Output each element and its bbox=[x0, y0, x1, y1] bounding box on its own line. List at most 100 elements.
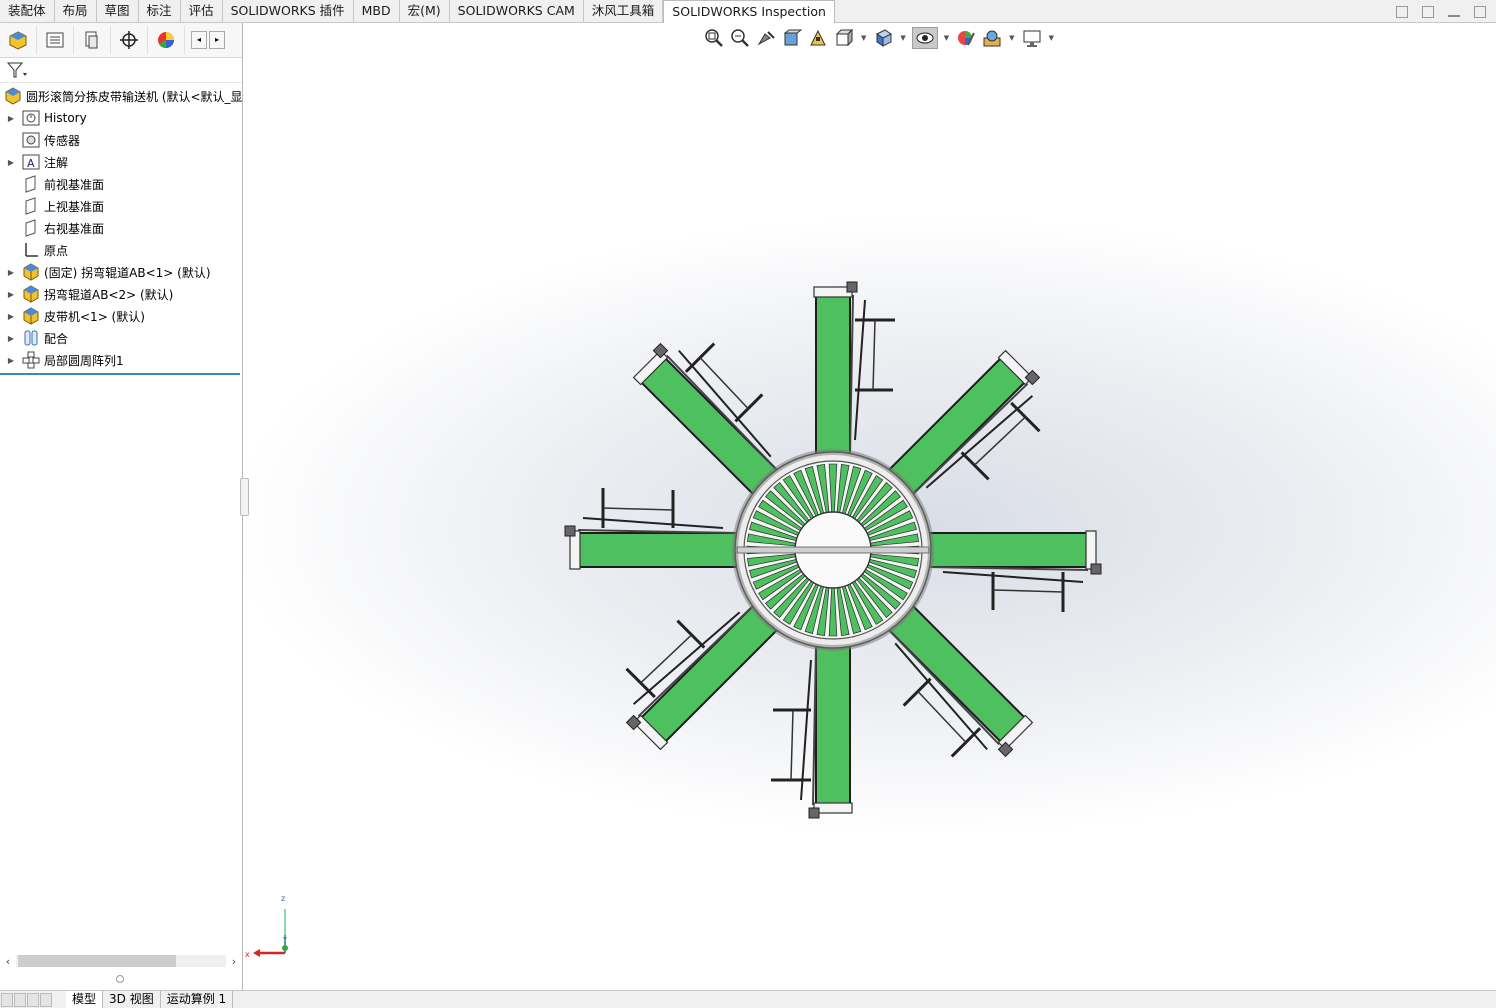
scroll-thumb[interactable] bbox=[18, 955, 176, 967]
filter-bar[interactable] bbox=[0, 58, 242, 83]
tab-5[interactable]: SOLIDWORKS 插件 bbox=[223, 0, 354, 22]
configuration-manager-tab[interactable] bbox=[74, 26, 111, 54]
plane-icon bbox=[22, 197, 40, 215]
subassembly-icon bbox=[22, 285, 40, 303]
mates-icon bbox=[22, 329, 40, 347]
conveyor-model[interactable] bbox=[243, 23, 1496, 990]
tree-item[interactable]: ▶ 拐弯辊道AB<2> (默认) bbox=[0, 283, 242, 305]
filter-icon[interactable] bbox=[6, 61, 28, 79]
tab-9[interactable]: 沐风工具箱 bbox=[584, 0, 664, 22]
panel-toolbar: ◂ ▸ bbox=[0, 23, 242, 58]
tree-item-label: 右视基准面 bbox=[44, 221, 105, 236]
tree-item-label: 圆形滚筒分拣皮带输送机 (默认<默认_显 bbox=[26, 89, 242, 104]
feature-manager-tab[interactable] bbox=[0, 26, 37, 54]
next-tab-button[interactable] bbox=[27, 992, 39, 1007]
belt-conveyor-arm[interactable] bbox=[771, 644, 853, 819]
bottom-tab-bar: 模型 3D 视图 运动算例 1 bbox=[0, 990, 1496, 1008]
tree-item-label: 前视基准面 bbox=[44, 177, 105, 192]
subassembly-icon bbox=[22, 307, 40, 325]
assembly-icon bbox=[4, 87, 22, 105]
assembly-icon bbox=[9, 31, 27, 50]
property-icon bbox=[46, 32, 64, 48]
feature-manager-panel: ◂ ▸ 圆形滚筒分拣皮带输送机 (默认<默认_显 ▶ History 传感器 ▶ A 注解前… bbox=[0, 23, 243, 993]
expand-arrow-icon[interactable]: ▶ bbox=[6, 356, 16, 365]
tree-item[interactable]: ▶ History bbox=[0, 107, 242, 129]
panel-splitter[interactable] bbox=[116, 975, 124, 983]
tab-2[interactable]: 草图 bbox=[97, 0, 139, 22]
minimize-icon[interactable] bbox=[1448, 15, 1460, 17]
tab-1[interactable]: 布局 bbox=[55, 0, 97, 22]
tree-item-label: 上视基准面 bbox=[44, 199, 105, 214]
appearance-icon bbox=[158, 32, 174, 49]
expand-arrow-icon[interactable]: ▶ bbox=[6, 114, 16, 123]
tree-item[interactable]: 上视基准面 bbox=[0, 195, 242, 217]
tree-item[interactable]: 原点 bbox=[0, 239, 242, 261]
expand-arrow-icon[interactable]: ▶ bbox=[6, 334, 16, 343]
tree-item-label: 配合 bbox=[44, 331, 69, 346]
display-manager-tab[interactable] bbox=[148, 26, 185, 54]
expand-arrow-icon[interactable]: ▶ bbox=[6, 158, 16, 167]
property-manager-tab[interactable] bbox=[37, 26, 74, 54]
prev-tab-button[interactable] bbox=[14, 992, 26, 1007]
configuration-icon bbox=[85, 31, 98, 49]
tree-item-label: 传感器 bbox=[44, 133, 81, 148]
tab-8[interactable]: SOLIDWORKS CAM bbox=[450, 0, 584, 22]
tab-7[interactable]: 宏(M) bbox=[400, 0, 450, 22]
tile-right-icon[interactable] bbox=[1422, 6, 1434, 18]
scroll-right-button[interactable]: ▸ bbox=[209, 31, 225, 49]
tab-4[interactable]: 评估 bbox=[181, 0, 223, 22]
tab-10[interactable]: SOLIDWORKS Inspection bbox=[663, 0, 835, 23]
expand-arrow-icon[interactable]: ▶ bbox=[6, 290, 16, 299]
belt-conveyor-arm[interactable] bbox=[927, 530, 1102, 612]
tree-item-label: History bbox=[44, 111, 87, 125]
tree-item-label: 拐弯辊道AB<2> (默认) bbox=[44, 287, 174, 302]
tree-item-label: 注解 bbox=[44, 155, 69, 170]
expand-arrow-icon[interactable]: ▶ bbox=[6, 312, 16, 321]
triad-z-label: z bbox=[281, 894, 285, 903]
tree-item[interactable]: 传感器 bbox=[0, 129, 242, 151]
restore-icon[interactable] bbox=[1474, 6, 1486, 18]
window-controls bbox=[1396, 6, 1486, 18]
bottom-tab-2[interactable]: 运动算例 1 bbox=[161, 991, 234, 1008]
subassembly-icon bbox=[22, 263, 40, 281]
annotation-icon: A bbox=[22, 153, 40, 171]
tree-end-marker bbox=[0, 373, 240, 375]
graphics-area[interactable]: ▼ ▼ ▼ ▼ ▼ z y x bbox=[240, 23, 1496, 990]
bottom-tab-1[interactable]: 3D 视图 bbox=[103, 991, 161, 1008]
tree-item[interactable]: ▶ 皮带机<1> (默认) bbox=[0, 305, 242, 327]
sensor-icon bbox=[22, 131, 40, 149]
feature-tree: 圆形滚筒分拣皮带输送机 (默认<默认_显 ▶ History 传感器 ▶ A 注解前视基准面… bbox=[0, 83, 242, 375]
tree-item-label: 皮带机<1> (默认) bbox=[44, 309, 145, 324]
tab-6[interactable]: MBD bbox=[354, 0, 400, 22]
first-tab-button[interactable] bbox=[1, 992, 13, 1007]
tree-item-label: 原点 bbox=[44, 243, 69, 258]
triad-x-label: x bbox=[245, 950, 250, 959]
last-tab-button[interactable] bbox=[40, 992, 52, 1007]
tab-0[interactable]: 装配体 bbox=[0, 0, 55, 22]
tree-item[interactable]: ▶ 局部圆周阵列1 bbox=[0, 349, 242, 371]
scroll-left-button[interactable]: ◂ bbox=[191, 31, 207, 49]
belt-conveyor-arm[interactable] bbox=[564, 488, 739, 570]
svg-text:A: A bbox=[27, 157, 35, 170]
tree-item[interactable]: ▶ (固定) 拐弯辊道AB<1> (默认) bbox=[0, 261, 242, 283]
tree-item[interactable]: ▶ 配合 bbox=[0, 327, 242, 349]
tree-item[interactable]: 前视基准面 bbox=[0, 173, 242, 195]
tree-root[interactable]: 圆形滚筒分拣皮带输送机 (默认<默认_显 bbox=[0, 85, 242, 107]
horizontal-scrollbar[interactable]: ‹ › bbox=[0, 953, 242, 969]
tab-3[interactable]: 标注 bbox=[139, 0, 181, 22]
tree-item[interactable]: 右视基准面 bbox=[0, 217, 242, 239]
crosshair-icon bbox=[120, 31, 138, 49]
bottom-tab-0[interactable]: 模型 bbox=[66, 991, 104, 1008]
tree-item-label: 局部圆周阵列1 bbox=[44, 353, 124, 368]
reference-triad: z y x bbox=[245, 894, 288, 959]
dimxpert-manager-tab[interactable] bbox=[111, 26, 148, 54]
plane-icon bbox=[22, 175, 40, 193]
belt-conveyor-arm[interactable] bbox=[813, 281, 895, 456]
tile-left-icon[interactable] bbox=[1396, 6, 1408, 18]
plane-icon bbox=[22, 219, 40, 237]
tree-item[interactable]: ▶ A 注解 bbox=[0, 151, 242, 173]
scroll-left-arrow[interactable]: ‹ bbox=[0, 955, 16, 968]
origin-icon bbox=[22, 241, 40, 259]
scroll-right-arrow[interactable]: › bbox=[226, 955, 242, 968]
expand-arrow-icon[interactable]: ▶ bbox=[6, 268, 16, 277]
